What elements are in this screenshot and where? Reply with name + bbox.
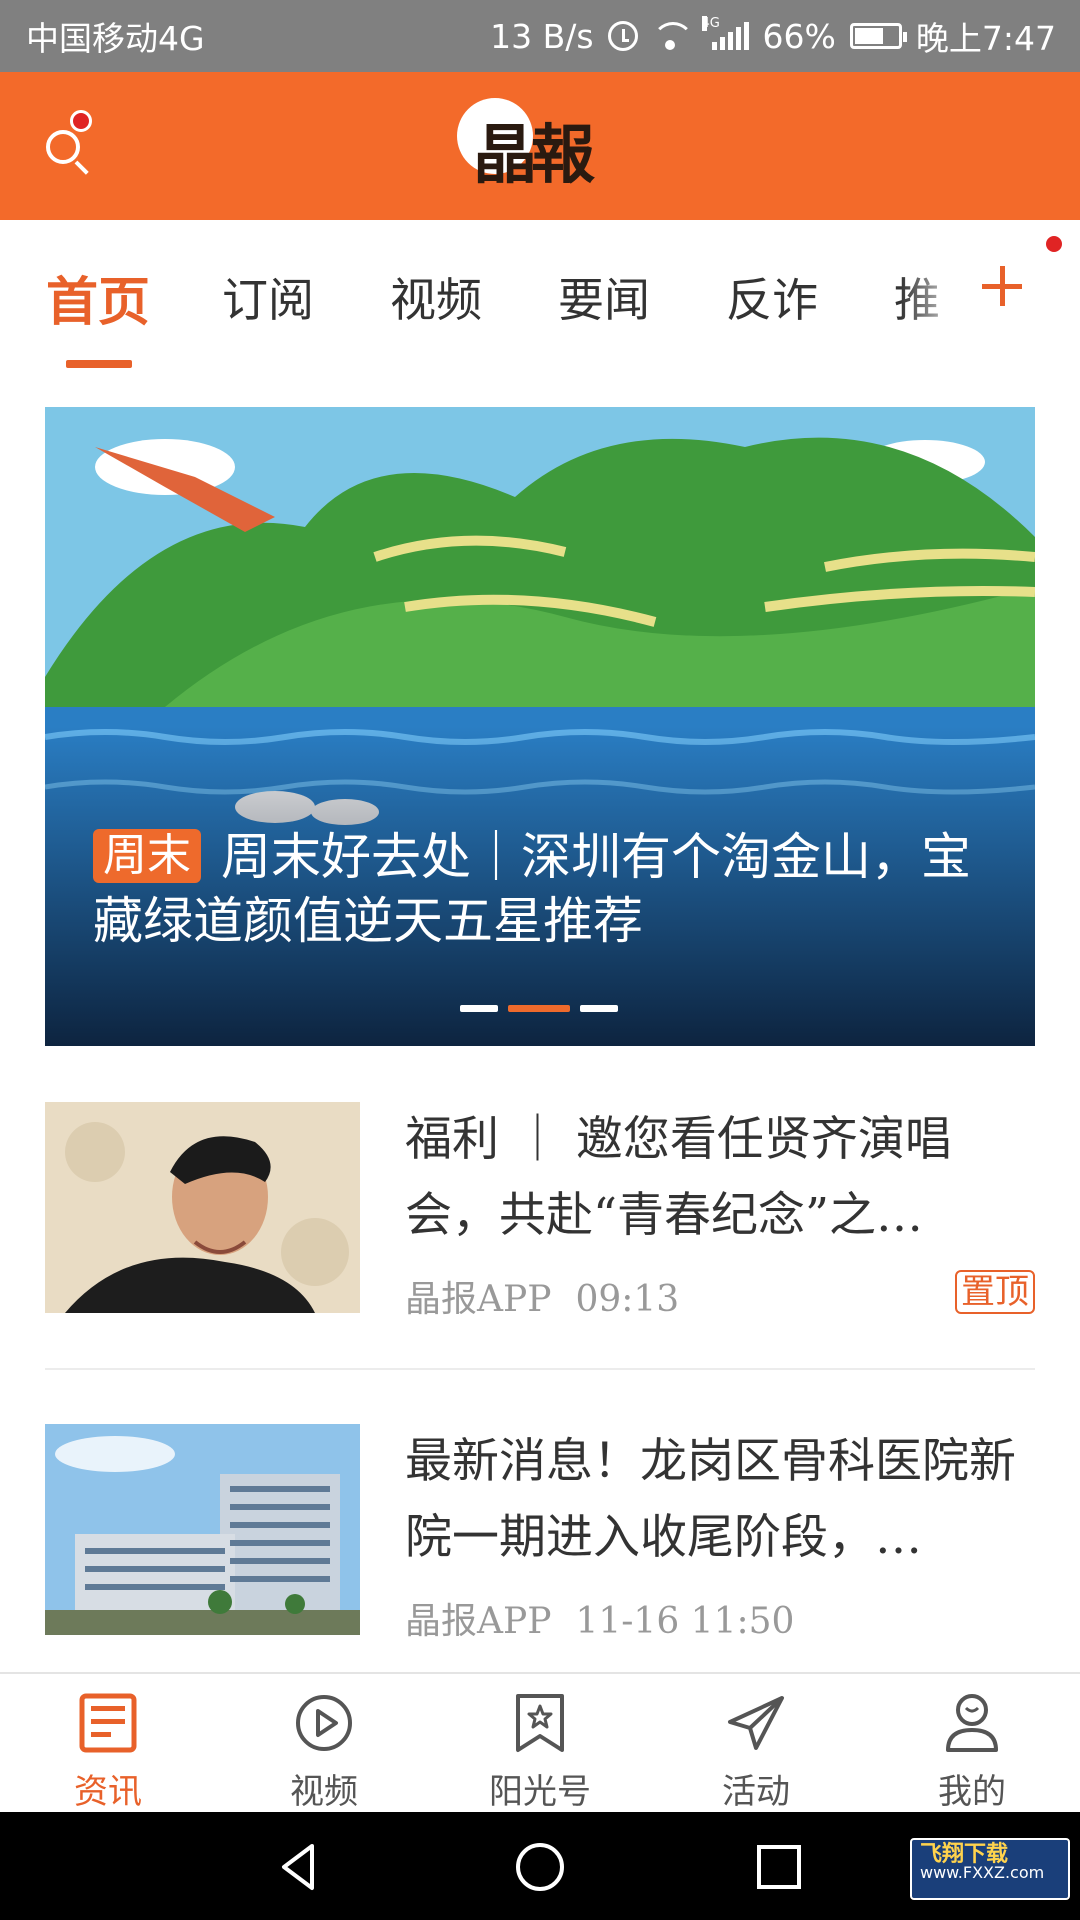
active-tab-indicator <box>66 360 132 368</box>
carousel-dot <box>460 1005 498 1012</box>
signal-icon: 4G <box>701 16 749 50</box>
nav-events[interactable]: 活动 <box>676 1682 836 1812</box>
news-meta: 晶报APP 11-16 11:50 <box>405 1592 794 1644</box>
list-item[interactable]: 福利 ｜ 邀您看任贤齐演唱会，共赴“青春纪念”之… 晶报APP 09:13 置顶 <box>45 1102 1035 1322</box>
system-nav-bar: 飞翔下载 www.FXXZ.com <box>0 1812 1080 1920</box>
nav-profile[interactable]: 我的 <box>892 1682 1052 1812</box>
notification-dot <box>1046 236 1062 252</box>
news-meta: 晶报APP 09:13 <box>405 1270 679 1322</box>
nav-news[interactable]: 资讯 <box>28 1682 188 1812</box>
carrier-label: 中国移动4G <box>26 19 205 58</box>
add-channel-button[interactable] <box>980 256 1030 316</box>
banner-carousel[interactable]: 周末 周末好去处｜深圳有个淘金山，宝藏绿道颜值逆天五星推荐 <box>45 407 1035 1046</box>
news-title: 最新消息！龙岗区骨科医院新院一期进入收尾阶段，… <box>405 1434 1016 1565</box>
nav-label: 阳光号 <box>489 1772 591 1812</box>
search-button[interactable] <box>40 110 96 176</box>
app-logo: 晶報 <box>455 94 625 198</box>
tab-anti-fraud[interactable]: 反诈 <box>726 264 818 330</box>
alarm-icon <box>607 21 638 51</box>
nav-label: 视频 <box>290 1772 358 1812</box>
tab-home[interactable]: 首页 <box>46 260 150 335</box>
news-time: 11-16 11:50 <box>575 1601 795 1642</box>
status-bar: 中国移动4G 13 B/s 4G 66% 晚上7:47 <box>0 0 1080 72</box>
recent-apps-icon[interactable] <box>752 1840 806 1894</box>
paper-plane-icon <box>728 1696 784 1750</box>
watermark-url: www.FXXZ.com <box>920 1863 1045 1882</box>
clock: 晚上7:47 <box>915 19 1056 58</box>
tab-subscribe[interactable]: 订阅 <box>222 264 314 330</box>
banner-caption: 周末 周末好去处｜深圳有个淘金山，宝藏绿道颜值逆天五星推荐 <box>93 825 973 953</box>
bottom-nav: 资讯 视频 阳光号 活动 我的 <box>0 1672 1080 1812</box>
battery-icon <box>849 23 907 49</box>
wifi-icon <box>651 22 688 50</box>
back-icon[interactable] <box>272 1840 326 1894</box>
banner-title: 周末好去处｜深圳有个淘金山，宝藏绿道颜值逆天五星推荐 <box>93 828 971 950</box>
channel-tabs: 首页 订阅 视频 要闻 反诈 推 <box>0 220 1080 370</box>
news-time: 09:13 <box>575 1279 680 1320</box>
user-icon <box>946 1694 998 1752</box>
news-source: 晶报APP <box>405 1601 552 1642</box>
carousel-dot-active <box>508 1005 570 1012</box>
news-title: 福利 ｜ 邀您看任贤齐演唱会，共赴“青春纪念”之… <box>405 1112 952 1243</box>
notification-dot <box>70 110 92 132</box>
video-icon <box>296 1695 352 1751</box>
list-item[interactable]: 最新消息！龙岗区骨科医院新院一期进入收尾阶段，… 晶报APP 11-16 11:5… <box>45 1424 1035 1644</box>
search-icon <box>46 130 80 164</box>
news-thumbnail <box>45 1102 360 1313</box>
battery-percent: 66% <box>762 16 836 56</box>
watermark-logo: 飞翔下载 www.FXXZ.com <box>910 1838 1070 1900</box>
net-speed: 13 B/s <box>490 16 594 56</box>
nav-label: 活动 <box>722 1772 790 1812</box>
news-thumbnail <box>45 1424 360 1635</box>
signal-type-label: 4G <box>701 16 720 31</box>
nav-label: 资讯 <box>74 1772 142 1812</box>
news-source: 晶报APP <box>405 1279 552 1320</box>
home-icon[interactable] <box>513 1840 567 1894</box>
banner-tag: 周末 <box>93 829 201 883</box>
nav-video[interactable]: 视频 <box>244 1682 404 1812</box>
bookmark-star-icon <box>516 1694 564 1752</box>
nav-sunshine[interactable]: 阳光号 <box>460 1682 620 1812</box>
nav-label: 我的 <box>938 1772 1006 1812</box>
logo-text: 晶報 <box>473 118 595 193</box>
news-icon <box>79 1693 137 1753</box>
app-header: 晶報 <box>0 72 1080 220</box>
watermark-name: 飞翔下载 <box>920 1842 1009 1867</box>
carousel-dot <box>580 1005 618 1012</box>
pinned-badge: 置顶 <box>955 1270 1035 1314</box>
tab-video[interactable]: 视频 <box>390 264 482 330</box>
divider <box>45 1368 1035 1370</box>
battery-level <box>854 28 883 44</box>
status-indicators: 13 B/s 4G 66% 晚上7:47 <box>490 12 1056 60</box>
tab-headlines[interactable]: 要闻 <box>558 264 650 330</box>
carousel-indicator <box>460 1005 618 1012</box>
